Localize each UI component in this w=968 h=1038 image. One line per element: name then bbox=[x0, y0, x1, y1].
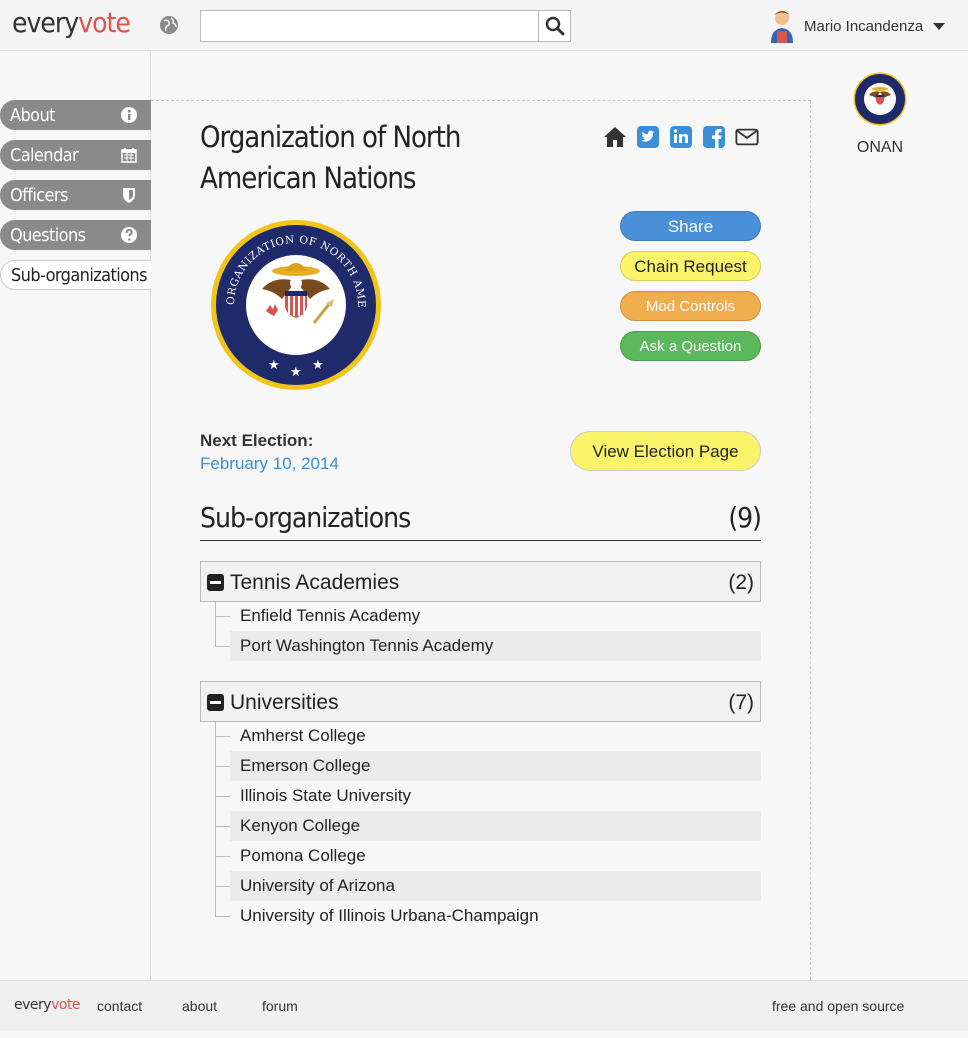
group-count: (2) bbox=[728, 571, 754, 594]
sidebar-item-label: Sub-organizations bbox=[11, 264, 148, 286]
page-title: Organization of North American Nations bbox=[200, 120, 461, 195]
tree-connector bbox=[215, 722, 216, 917]
list-item[interactable]: Port Washington Tennis Academy bbox=[215, 631, 761, 661]
sub-organizations-count: (9) bbox=[728, 501, 762, 534]
svg-text:★: ★ bbox=[268, 358, 280, 373]
sidebar-item-label: About bbox=[10, 104, 55, 126]
sidebar-item-about[interactable]: About bbox=[0, 100, 151, 130]
sidebar-nav: About Calendar Officers Questions Sub-or… bbox=[0, 51, 151, 980]
list-item[interactable]: Pomona College bbox=[215, 841, 761, 871]
globe-icon[interactable] bbox=[158, 14, 180, 36]
next-election-date[interactable]: February 10, 2014 bbox=[200, 454, 339, 474]
onan-seal-thumbnail bbox=[853, 72, 907, 126]
sidebar-item-officers[interactable]: Officers bbox=[0, 180, 151, 210]
share-button[interactable]: Share bbox=[620, 211, 761, 241]
logo-part-vote: vote bbox=[78, 6, 131, 39]
footer-link-forum[interactable]: forum bbox=[262, 998, 298, 1014]
search-icon bbox=[545, 16, 564, 36]
shield-icon bbox=[123, 188, 135, 203]
search-input[interactable] bbox=[200, 10, 540, 42]
top-bar: everyvote Mario Incandenza bbox=[0, 0, 968, 51]
onan-seal-image: ORGANIZATION OF NORTH AMERICAN NATIONS ★… bbox=[210, 219, 381, 390]
logo-part-every: every bbox=[12, 6, 79, 39]
ask-question-button[interactable]: Ask a Question bbox=[620, 331, 761, 361]
sidebar-item-label: Officers bbox=[10, 184, 68, 206]
sub-organizations-heading: Sub-organizations (9) bbox=[200, 501, 762, 541]
current-org-card[interactable]: ONAN bbox=[852, 72, 908, 157]
view-election-page-button[interactable]: View Election Page bbox=[570, 431, 761, 471]
collapse-icon[interactable] bbox=[207, 574, 224, 591]
section-title: Sub-organizations bbox=[200, 501, 411, 534]
svg-text:★: ★ bbox=[290, 365, 302, 380]
group-tennis-academies[interactable]: Tennis Academies (2) bbox=[200, 561, 761, 602]
svg-text:★: ★ bbox=[312, 358, 324, 373]
envelope-icon[interactable] bbox=[735, 125, 759, 149]
twitter-icon[interactable] bbox=[636, 125, 660, 149]
group-universities[interactable]: Universities (7) bbox=[200, 681, 761, 722]
chevron-down-icon bbox=[933, 22, 946, 30]
home-icon[interactable] bbox=[603, 125, 627, 149]
logo-part-vote: vote bbox=[51, 997, 81, 1013]
facebook-icon[interactable] bbox=[702, 125, 726, 149]
footer-link-about[interactable]: about bbox=[182, 998, 217, 1014]
main-panel: Organization of North American Nations O… bbox=[151, 100, 811, 980]
calendar-icon bbox=[121, 148, 137, 163]
logo-part-every: every bbox=[14, 997, 52, 1013]
footer: everyvote contact about forum free and o… bbox=[0, 980, 968, 1031]
avatar bbox=[771, 11, 793, 43]
group-count: (7) bbox=[728, 691, 754, 714]
group-name: Universities bbox=[230, 691, 339, 714]
list-item[interactable]: Amherst College bbox=[215, 721, 761, 751]
sidebar-item-questions[interactable]: Questions bbox=[0, 220, 151, 250]
footer-link-contact[interactable]: contact bbox=[97, 998, 142, 1014]
tree-connector bbox=[215, 602, 216, 647]
sidebar-item-label: Calendar bbox=[10, 144, 79, 166]
list-item[interactable]: Illinois State University bbox=[215, 781, 761, 811]
org-abbreviation: ONAN bbox=[856, 139, 904, 156]
sidebar-item-calendar[interactable]: Calendar bbox=[0, 140, 151, 170]
list-item[interactable]: Emerson College bbox=[215, 751, 761, 781]
info-icon bbox=[121, 107, 137, 123]
next-election-label: Next Election: bbox=[200, 431, 314, 450]
sidebar-item-sub-organizations[interactable]: Sub-organizations bbox=[0, 260, 151, 290]
list-item[interactable]: Kenyon College bbox=[215, 811, 761, 841]
footer-logo[interactable]: everyvote bbox=[14, 997, 81, 1013]
footer-tagline[interactable]: free and open source bbox=[772, 998, 904, 1014]
user-name: Mario Incandenza bbox=[804, 17, 924, 35]
question-icon bbox=[121, 227, 137, 243]
search-button[interactable] bbox=[538, 10, 571, 42]
linkedin-icon[interactable] bbox=[669, 125, 693, 149]
list-item[interactable]: Enfield Tennis Academy bbox=[215, 601, 761, 631]
mod-controls-button[interactable]: Mod Controls bbox=[620, 291, 761, 321]
user-menu[interactable]: Mario Incandenza bbox=[768, 8, 946, 44]
list-item[interactable]: University of Arizona bbox=[215, 871, 761, 901]
sidebar-item-label: Questions bbox=[10, 224, 86, 246]
share-icon-bar bbox=[603, 125, 759, 149]
everyvote-logo[interactable]: everyvote bbox=[12, 6, 131, 39]
group-name: Tennis Academies bbox=[230, 571, 400, 594]
collapse-icon[interactable] bbox=[207, 694, 224, 711]
chain-request-button[interactable]: Chain Request bbox=[620, 251, 761, 281]
list-item[interactable]: University of Illinois Urbana-Champaign bbox=[215, 901, 761, 931]
